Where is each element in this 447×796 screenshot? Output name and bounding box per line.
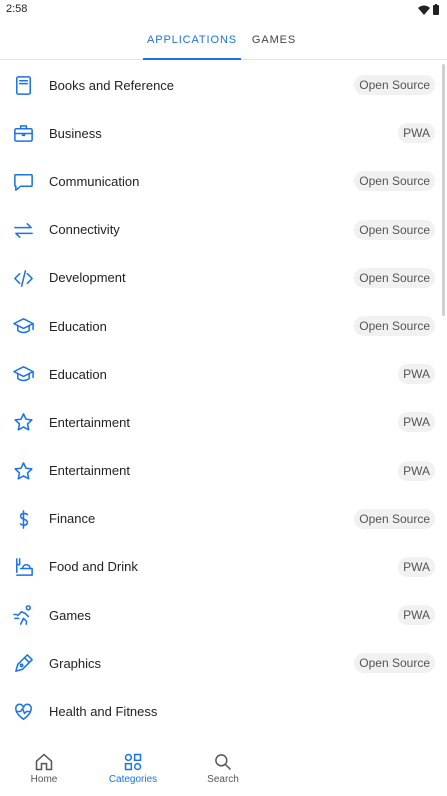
category-item[interactable]: Entertainment PWA [0, 447, 447, 495]
category-badge: PWA [398, 364, 435, 385]
chat-bubble-icon [14, 174, 33, 192]
category-badge: PWA [398, 556, 435, 577]
nav-home-label: Home [30, 774, 58, 785]
category-label: Business [49, 125, 102, 141]
category-label: Connectivity [49, 222, 120, 238]
category-badge: Open Source [354, 171, 435, 192]
category-label: Games [49, 607, 91, 623]
category-badge: Open Source [354, 316, 435, 337]
food-icon [16, 557, 33, 576]
code-icon [14, 269, 33, 287]
category-item[interactable]: Health and Fitness [0, 687, 447, 735]
home-icon [35, 753, 53, 771]
category-label: Entertainment [49, 414, 130, 430]
graduation-cap-icon [13, 318, 34, 334]
nav-home[interactable]: Home [9, 752, 79, 785]
category-label: Development [49, 270, 126, 286]
search-icon [215, 754, 232, 771]
nav-search[interactable]: Search [188, 752, 258, 785]
category-item[interactable]: Communication Open Source [0, 157, 447, 205]
category-item[interactable]: Games PWA [0, 591, 447, 639]
category-item[interactable]: Finance Open Source [0, 495, 447, 543]
star-icon [14, 413, 33, 431]
dollar-icon [19, 509, 29, 529]
category-item[interactable]: Education Open Source [0, 302, 447, 350]
category-list: Books and Reference Open Source Business PW… [0, 61, 447, 747]
arrows-icon [14, 222, 33, 238]
category-badge: Open Source [354, 75, 435, 96]
category-label: Health and Fitness [49, 704, 158, 720]
pen-icon [15, 654, 33, 673]
tab-indicator [143, 58, 241, 60]
category-badge: PWA [398, 412, 435, 433]
category-item[interactable]: Business PWA [0, 109, 447, 157]
scrollbar[interactable] [442, 64, 445, 316]
category-item[interactable]: Education PWA [0, 350, 447, 398]
tab-games[interactable]: GAMES [244, 22, 304, 59]
category-label: Education [49, 366, 107, 382]
category-badge: Open Source [354, 267, 435, 288]
nav-categories-label: Categories [108, 774, 158, 785]
category-label: Food and Drink [49, 559, 138, 575]
category-label: Finance [49, 511, 96, 527]
bottom-nav: Home Categories Search [0, 746, 447, 796]
tab-bar: APPLICATIONS GAMES [0, 22, 447, 60]
category-label: Graphics [49, 655, 102, 671]
categories-icon [124, 753, 142, 771]
briefcase-icon [14, 125, 33, 143]
category-item[interactable]: Books and Reference Open Source [0, 61, 447, 109]
category-label: Communication [49, 173, 140, 189]
category-badge: Open Source [354, 219, 435, 240]
category-label: Entertainment [49, 463, 130, 479]
nav-categories[interactable]: Categories [98, 752, 168, 785]
star-icon [14, 461, 33, 480]
tab-applications[interactable]: APPLICATIONS [143, 22, 241, 59]
heartbeat-icon [15, 703, 32, 721]
category-badge: PWA [398, 460, 435, 481]
status-bar: 2:58 [0, 0, 447, 22]
category-badge: Open Source [354, 508, 435, 529]
status-icons [418, 4, 439, 15]
category-label: Books and Reference [49, 77, 175, 93]
battery-icon [433, 4, 439, 15]
category-item[interactable]: Food and Drink PWA [0, 543, 447, 591]
category-item[interactable]: Entertainment PWA [0, 398, 447, 446]
category-item[interactable]: Development Open Source [0, 254, 447, 302]
book-icon [16, 76, 31, 95]
wifi-icon [418, 5, 430, 15]
running-icon [13, 605, 31, 625]
category-badge: PWA [398, 605, 435, 626]
category-item[interactable]: Graphics Open Source [0, 639, 447, 687]
category-badge: PWA [398, 123, 435, 144]
category-item[interactable]: Connectivity Open Source [0, 206, 447, 254]
graduation-cap-icon [13, 366, 34, 382]
nav-search-label: Search [207, 774, 239, 785]
status-time: 2:58 [6, 3, 28, 15]
category-label: Education [49, 318, 107, 334]
category-badge: Open Source [354, 653, 435, 674]
